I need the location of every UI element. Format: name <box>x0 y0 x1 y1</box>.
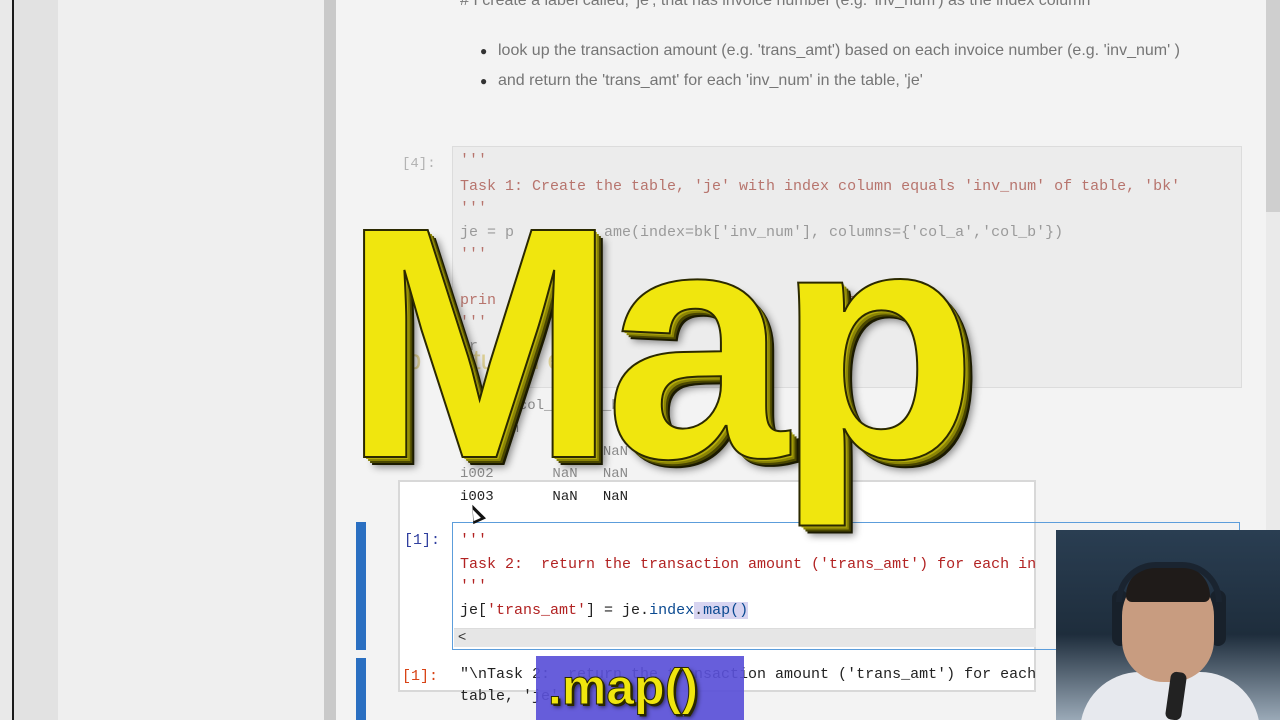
cell-input-prompt-active: [1]: <box>404 532 441 549</box>
cell-horizontal-scrollbar[interactable] <box>454 628 1036 647</box>
notebook-scroll-thumb[interactable] <box>1266 0 1280 212</box>
code-token: ] = je. <box>586 602 650 619</box>
overlay-caption: .map() <box>548 659 699 715</box>
code-token: je[ <box>460 602 488 619</box>
cell-focus-indicator[interactable] <box>356 522 366 650</box>
webcam-overlay <box>1056 530 1280 720</box>
overlay-title: Map <box>341 158 979 527</box>
window-left-edge <box>0 0 14 720</box>
markdown-bullet: and return the 'trans_amt' for each 'inv… <box>480 66 1200 96</box>
panel-splitter[interactable] <box>324 0 336 720</box>
selected-token: map() <box>703 602 749 619</box>
file-browser-panel <box>58 0 324 720</box>
code-line: Task 2: return the transaction amount ('… <box>460 556 1037 573</box>
markdown-bullet-list: look up the transaction amount (e.g. 'tr… <box>480 36 1200 96</box>
cell-output-prompt: [1]: <box>402 668 439 685</box>
code-line: ''' <box>460 578 488 595</box>
selected-token: . <box>694 602 704 619</box>
code-line-map[interactable]: je['trans_amt'] = je.index.map() <box>460 602 749 619</box>
code-token: 'trans_amt' <box>487 602 587 619</box>
markdown-heading: # I create a label called, 'je', that ha… <box>460 0 1091 9</box>
scroll-left-arrow-icon[interactable]: < <box>458 628 466 644</box>
activity-sidebar <box>14 0 59 720</box>
headphone-band <box>1116 562 1222 602</box>
code-token: index <box>649 602 695 619</box>
code-line: ''' <box>460 532 488 549</box>
markdown-bullet: look up the transaction amount (e.g. 'tr… <box>480 36 1200 66</box>
output-focus-indicator[interactable] <box>356 658 366 720</box>
